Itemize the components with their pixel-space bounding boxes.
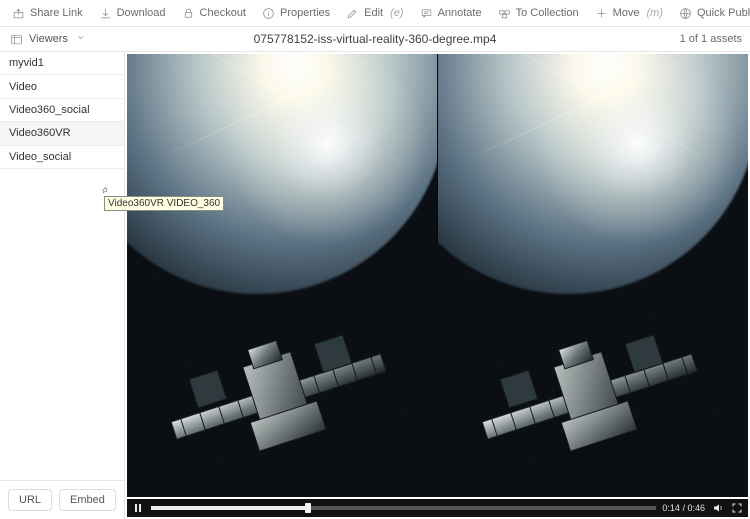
video-player-bar: 0:14 / 0:46 [127,499,748,517]
volume-icon [712,502,724,514]
seek-thumb[interactable] [305,503,311,513]
share-link-label: Share Link [30,7,83,19]
properties-button[interactable]: Properties [256,4,336,23]
stereo-right-eye [437,54,748,497]
move-button[interactable]: Move (m) [589,4,669,23]
collection-icon [498,7,511,20]
preset-label: Video360_social [9,104,90,116]
checkout-button[interactable]: Checkout [176,4,252,23]
preset-item-video-social[interactable]: Video_social [0,146,124,169]
move-icon [595,7,608,20]
asset-count: 1 of 1 assets [680,33,744,45]
viewer-preset-sidebar: myvid1 Video Video360_social Video360VR … [0,52,125,519]
quick-publish-icon [679,7,692,20]
asset-filename: 075778152-iss-virtual-reality-360-degree… [254,32,497,46]
download-icon [99,7,112,20]
url-button[interactable]: URL [8,489,52,511]
download-button[interactable]: Download [93,4,172,23]
download-label: Download [117,7,166,19]
cursor-indicator [100,186,110,196]
secondary-header: Viewers 075778152-iss-virtual-reality-36… [0,27,750,52]
preset-item-myvid1[interactable]: myvid1 [0,52,124,75]
annotate-icon [420,7,433,20]
properties-icon [262,7,275,20]
edit-shortcut: (e) [390,7,403,19]
video-stage[interactable] [127,54,748,497]
preset-label: Video_social [9,151,71,163]
preset-label: Video [9,81,37,93]
edit-label: Edit [364,7,383,19]
quick-publish-button[interactable]: Quick Publish [673,4,750,23]
preset-tooltip: Video360VR VIDEO_360 [104,196,224,211]
fullscreen-button[interactable] [730,501,744,515]
top-toolbar: Share Link Download Checkout Properties … [0,0,750,27]
viewer-preset-list: myvid1 Video Video360_social Video360VR … [0,52,124,480]
seek-bar[interactable] [151,506,656,510]
chevron-down-icon [74,33,85,45]
to-collection-label: To Collection [516,7,579,19]
to-collection-button[interactable]: To Collection [492,4,585,23]
station-graphic [473,317,713,487]
edit-icon [346,7,359,20]
properties-label: Properties [280,7,330,19]
move-label: Move [613,7,640,19]
stereo-left-eye [127,54,437,497]
viewers-icon [10,33,23,46]
preset-item-video[interactable]: Video [0,75,124,98]
move-shortcut: (m) [647,7,664,19]
edit-button[interactable]: Edit (e) [340,4,409,23]
embed-button[interactable]: Embed [59,489,116,511]
video-viewer: 0:14 / 0:46 [125,52,750,519]
preset-label: myvid1 [9,57,44,69]
pause-icon [132,502,144,514]
station-graphic [162,317,402,487]
time-display: 0:14 / 0:46 [662,503,705,513]
checkout-label: Checkout [200,7,246,19]
volume-button[interactable] [711,501,725,515]
preset-item-video360-social[interactable]: Video360_social [0,99,124,122]
share-link-button[interactable]: Share Link [6,4,89,23]
fullscreen-icon [731,502,743,514]
preset-item-video360vr[interactable]: Video360VR [0,122,124,145]
checkout-icon [182,7,195,20]
annotate-label: Annotate [438,7,482,19]
annotate-button[interactable]: Annotate [414,4,488,23]
preset-label: Video360VR [9,127,71,139]
seek-fill [151,506,308,510]
viewers-dropdown[interactable]: Viewers [6,30,89,49]
play-pause-button[interactable] [131,501,145,515]
viewers-label: Viewers [29,33,68,45]
quick-publish-label: Quick Publish [697,7,750,19]
sidebar-bottom-actions: URL Embed [0,480,124,519]
share-link-icon [12,7,25,20]
